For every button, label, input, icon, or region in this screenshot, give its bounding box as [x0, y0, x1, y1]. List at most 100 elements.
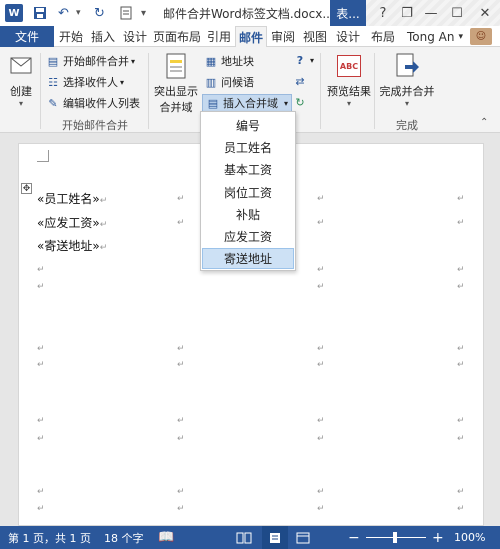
zoom-in-button[interactable]: +	[432, 526, 444, 549]
web-layout-icon[interactable]	[296, 526, 310, 549]
user-name-text: Tong An	[407, 29, 455, 44]
paragraph-mark: ↵	[99, 196, 108, 206]
group-separator	[148, 53, 149, 129]
zoom-level[interactable]: 100%	[454, 526, 485, 549]
word-app-icon[interactable]: W	[5, 4, 23, 22]
undo-icon[interactable]: ↶	[58, 4, 69, 22]
undo-dropdown-icon[interactable]: ▾	[76, 4, 81, 22]
cell-end-mark: ↵	[37, 487, 45, 497]
zoom-slider-thumb[interactable]	[393, 532, 397, 543]
word-count[interactable]: 18 个字	[104, 526, 144, 549]
tab-table-layout[interactable]: 布局	[368, 26, 398, 47]
highlight-merge-fields-button[interactable]: 突出显示 合并域	[152, 51, 200, 115]
start-mail-merge-dropdown-icon: ▾	[131, 56, 136, 66]
print-layout-icon[interactable]	[262, 526, 288, 549]
page-count[interactable]: 第 1 页，共 1 页	[8, 526, 91, 549]
cell-end-mark: ↵	[457, 504, 465, 514]
cell-end-mark: ↵	[457, 434, 465, 444]
cell-end-mark: ↵	[177, 194, 185, 204]
rules-button[interactable]: ? ▾	[293, 53, 314, 67]
create-button[interactable]: 创建 ▾	[4, 51, 38, 108]
merge-field-employee-name[interactable]: «员工姓名»↵	[37, 190, 107, 207]
cell-end-mark: ↵	[177, 487, 185, 497]
cell-end-mark: ↵	[457, 218, 465, 228]
cell-end-mark: ↵	[317, 194, 325, 204]
match-fields-button[interactable]: ⇄	[293, 74, 310, 88]
update-labels-button[interactable]: ↻	[293, 95, 310, 109]
menu-item-base-salary[interactable]: 基本工资	[202, 159, 294, 180]
field-text: «员工姓名»	[37, 192, 100, 206]
customize-qat-icon[interactable]: ▾	[141, 4, 146, 22]
mail-merge-icon: ▤	[47, 54, 59, 68]
cell-end-mark: ↵	[37, 265, 45, 275]
merge-field-address[interactable]: «寄送地址»↵	[37, 237, 107, 254]
cell-end-mark: ↵	[317, 434, 325, 444]
user-account-name[interactable]: Tong An ▾	[407, 26, 463, 47]
insert-merge-field-button[interactable]: ▤ 插入合并域 ▾	[202, 94, 293, 112]
highlight-fields-icon	[162, 51, 190, 81]
collapse-ribbon-icon[interactable]: ⌃	[480, 117, 488, 128]
cell-end-mark: ↵	[317, 265, 325, 275]
greeting-line-button[interactable]: ▥ 问候语	[204, 74, 254, 90]
ribbon-display-options-button[interactable]: ❐	[396, 2, 418, 24]
proofing-icon[interactable]: 📖	[158, 526, 174, 549]
paragraph-mark: ↵	[99, 220, 108, 230]
document-icon[interactable]	[120, 4, 132, 22]
insert-merge-field-dropdown-icon: ▾	[284, 98, 289, 108]
merge-field-salary[interactable]: «应发工资»↵	[37, 214, 107, 231]
address-block-button[interactable]: ▦ 地址块	[204, 53, 254, 69]
group-separator	[40, 53, 41, 129]
start-mail-merge-button[interactable]: ▤ 开始邮件合并 ▾	[46, 53, 135, 69]
highlight-fields-label-1: 突出显示	[154, 85, 198, 98]
tab-review[interactable]: 审阅	[268, 26, 298, 47]
menu-item-allowance[interactable]: 补贴	[202, 204, 294, 225]
tab-view[interactable]: 视图	[300, 26, 330, 47]
tab-mailings[interactable]: 邮件	[235, 26, 267, 47]
paragraph-mark: ↵	[99, 243, 108, 253]
preview-results-dropdown-icon: ▾	[346, 99, 351, 108]
preview-results-button[interactable]: ABC 预览结果 ▾	[326, 51, 372, 108]
tab-references[interactable]: 引用	[204, 26, 234, 47]
maximize-button[interactable]: ☐	[446, 2, 468, 24]
cell-end-mark: ↵	[177, 344, 185, 354]
document-title: 邮件合并Word标签文档.docx...	[163, 7, 334, 21]
insert-field-icon: ▤	[207, 96, 219, 110]
save-icon[interactable]	[33, 4, 47, 22]
edit-recipient-list-button[interactable]: ✎ 编辑收件人列表	[46, 95, 140, 111]
cell-end-mark: ↵	[317, 218, 325, 228]
read-mode-icon[interactable]	[236, 526, 252, 549]
select-recipients-label: 选择收件人	[63, 76, 118, 89]
tab-file[interactable]: 文件	[0, 26, 54, 47]
menu-item-mailing-address[interactable]: 寄送地址	[202, 248, 294, 269]
group-separator	[320, 53, 321, 129]
zoom-out-button[interactable]: −	[348, 526, 360, 549]
minimize-button[interactable]: —	[420, 2, 442, 24]
tab-page-layout[interactable]: 页面布局	[152, 26, 202, 47]
menu-item-employee-name[interactable]: 员工姓名	[202, 137, 294, 158]
tab-insert[interactable]: 插入	[88, 26, 118, 47]
table-move-handle-icon[interactable]: ✥	[21, 183, 32, 194]
cell-end-mark: ↵	[457, 360, 465, 370]
address-block-label: 地址块	[221, 55, 254, 68]
menu-item-gross-pay[interactable]: 应发工资	[202, 226, 294, 247]
ribbon-tabs: 文件 开始 插入 设计 页面布局 引用 邮件 审阅 视图 设计 布局 Tong …	[0, 26, 500, 47]
create-label: 创建	[10, 85, 32, 98]
close-button[interactable]: ✕	[474, 2, 496, 24]
menu-item-number[interactable]: 编号	[202, 115, 294, 136]
tab-table-design[interactable]: 设计	[333, 26, 363, 47]
cell-end-mark: ↵	[317, 416, 325, 426]
tab-design[interactable]: 设计	[120, 26, 150, 47]
menu-item-position-salary[interactable]: 岗位工资	[202, 182, 294, 203]
preview-abc-icon: ABC	[335, 51, 363, 81]
cell-end-mark: ↵	[317, 344, 325, 354]
redo-icon[interactable]: ↻	[94, 4, 105, 22]
finish-merge-button[interactable]: 完成并合并 ▾	[378, 51, 436, 108]
avatar[interactable]: ☺	[470, 28, 492, 45]
create-dropdown-icon: ▾	[18, 99, 23, 108]
group-separator	[374, 53, 375, 129]
finish-merge-label: 完成并合并	[379, 85, 435, 98]
select-recipients-button[interactable]: ☷ 选择收件人 ▾	[46, 74, 124, 90]
cell-end-mark: ↵	[457, 282, 465, 292]
help-button[interactable]: ?	[372, 2, 394, 24]
tab-home[interactable]: 开始	[56, 26, 86, 47]
